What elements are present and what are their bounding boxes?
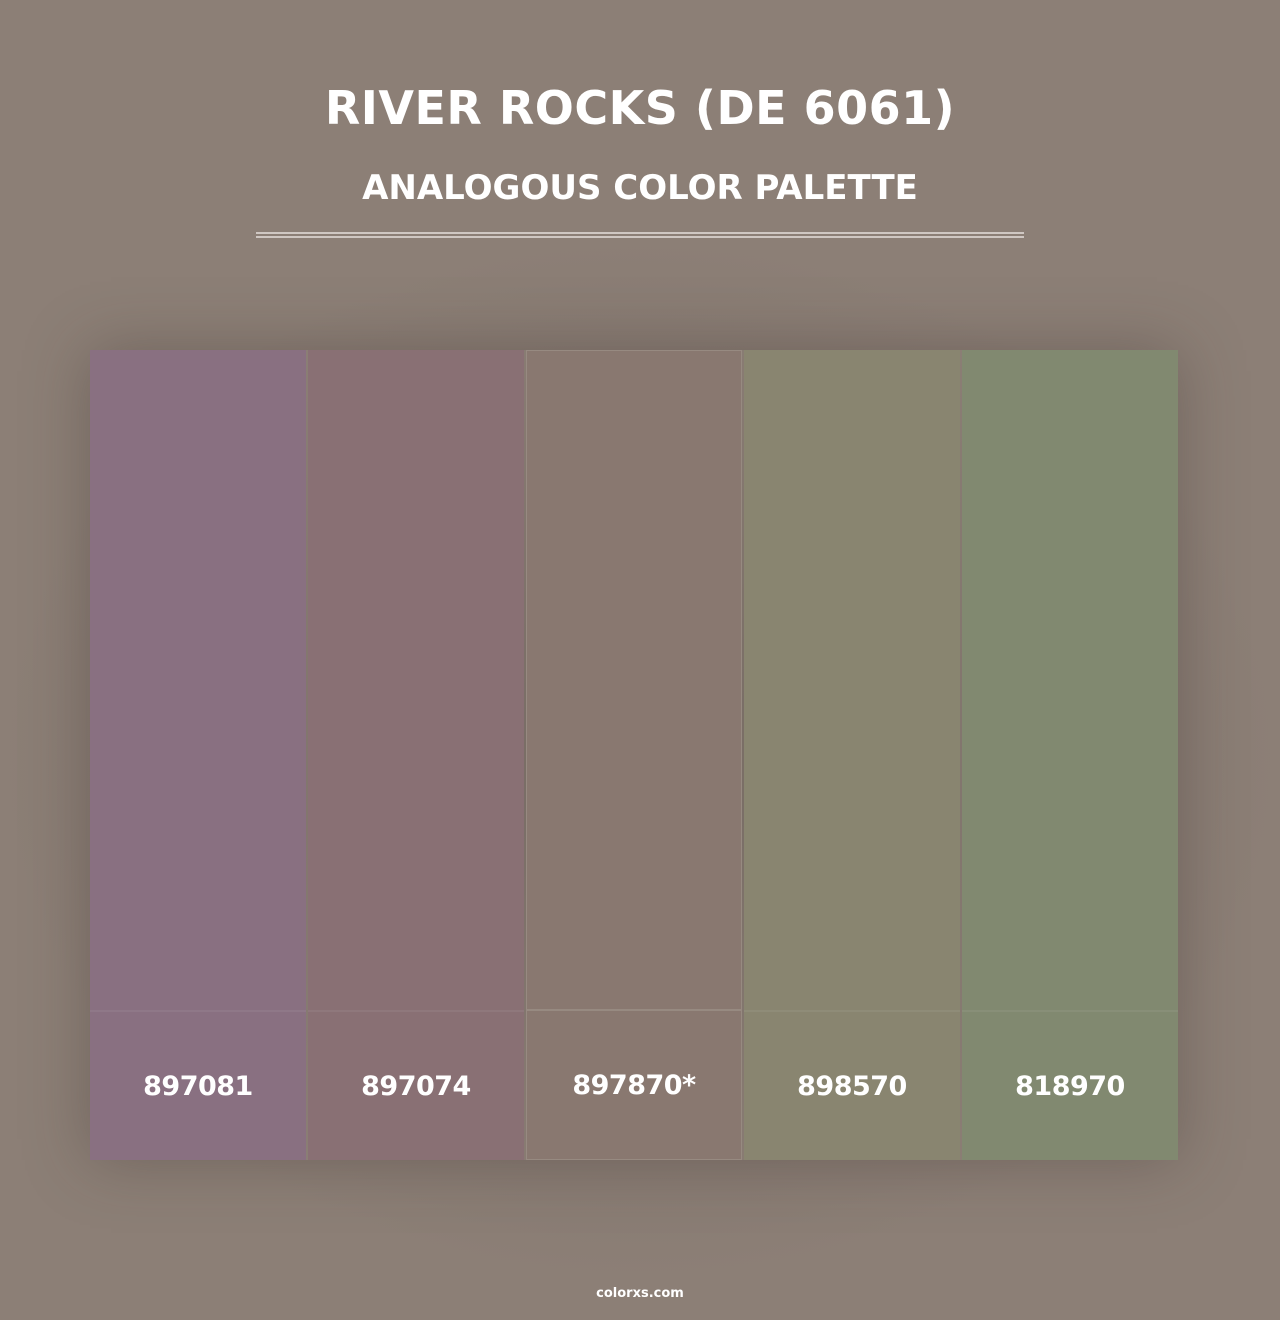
swatch-1[interactable]: 897081	[90, 350, 306, 1160]
swatch-hex-code: 897074	[361, 1070, 471, 1102]
swatch-hex-code: 818970	[1015, 1070, 1125, 1102]
swatch-label-block[interactable]: 898570	[744, 1010, 960, 1160]
swatch-hex-code: 897081	[143, 1070, 253, 1102]
swatch-label-block[interactable]: 897074	[308, 1010, 524, 1160]
swatch-label-block[interactable]: 818970	[962, 1010, 1178, 1160]
page-subtitle: ANALOGOUS COLOR PALETTE	[362, 168, 918, 208]
title-divider	[256, 232, 1024, 238]
swatch-color-block[interactable]	[526, 350, 742, 1010]
page-title: RIVER ROCKS (DE 6061)	[324, 81, 956, 135]
swatch-color-block[interactable]	[90, 350, 306, 1010]
swatch-label-block[interactable]: 897081	[90, 1010, 306, 1160]
color-palette: 897081 897074 897870* 898570 818970	[90, 350, 1178, 1160]
swatch-5[interactable]: 818970	[962, 350, 1178, 1160]
swatch-4[interactable]: 898570	[744, 350, 960, 1160]
swatch-hex-code: 897870*	[572, 1069, 696, 1101]
swatch-color-block[interactable]	[962, 350, 1178, 1010]
swatch-color-block[interactable]	[308, 350, 524, 1010]
swatch-color-block[interactable]	[744, 350, 960, 1010]
swatch-3-base[interactable]: 897870*	[526, 350, 742, 1160]
swatch-label-block[interactable]: 897870*	[526, 1010, 742, 1160]
swatch-hex-code: 898570	[797, 1070, 907, 1102]
site-footer-link[interactable]: colorxs.com	[0, 1286, 1280, 1301]
swatch-2[interactable]: 897074	[308, 350, 524, 1160]
